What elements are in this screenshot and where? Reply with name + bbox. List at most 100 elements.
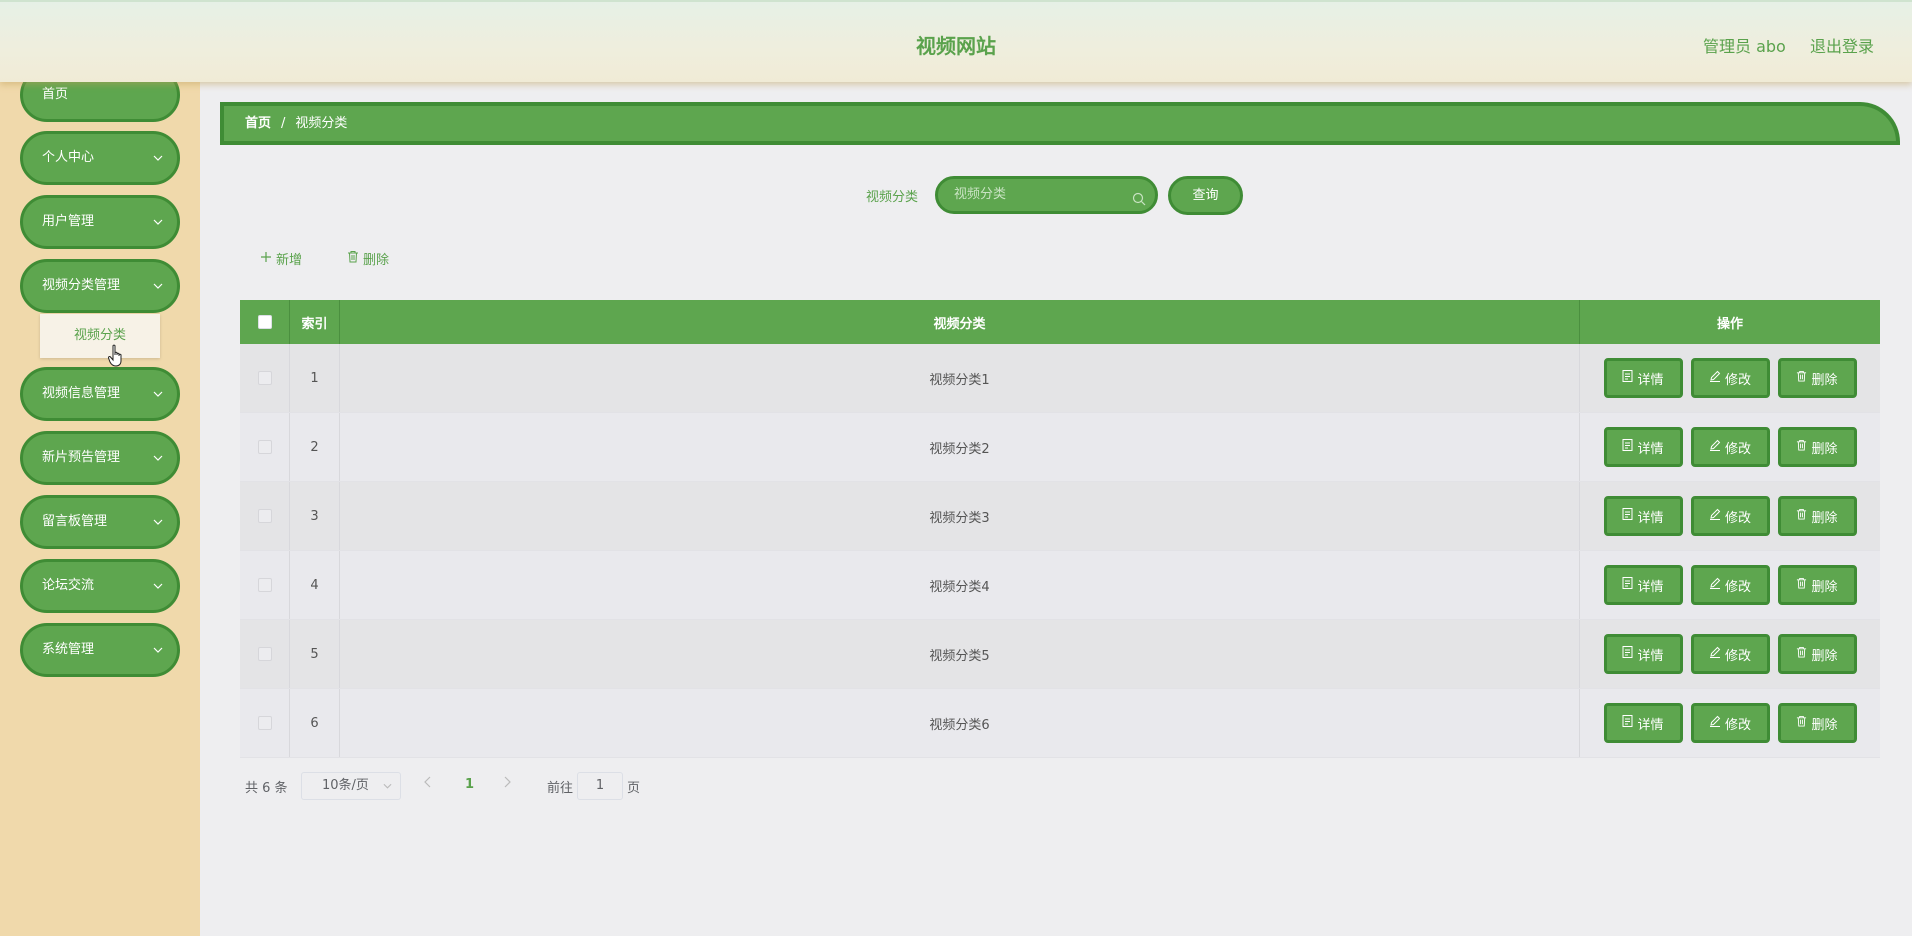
add-button[interactable]: 新增: [260, 249, 302, 268]
detail-button-label: 详情: [1637, 648, 1664, 664]
page-number-current[interactable]: 1: [465, 777, 474, 792]
search-input[interactable]: 视频分类: [935, 176, 1158, 214]
delete-button-label: 删除: [1811, 510, 1838, 526]
breadcrumb-separator: /: [281, 116, 286, 131]
trash-icon: [1796, 439, 1807, 455]
delete-button[interactable]: 删除: [1777, 358, 1857, 398]
search-icon: [1132, 187, 1146, 219]
page-size-select[interactable]: 10条/页: [301, 772, 401, 800]
detail-button[interactable]: 详情: [1603, 496, 1683, 536]
query-button[interactable]: 查询: [1168, 176, 1243, 215]
document-icon: [1622, 508, 1633, 524]
row-checkbox[interactable]: [257, 509, 272, 523]
chevron-down-icon: [151, 562, 165, 610]
row-checkbox[interactable]: [257, 716, 272, 730]
document-icon: [1622, 715, 1633, 731]
pencil-icon: [1709, 577, 1721, 593]
edit-button[interactable]: 修改: [1690, 358, 1770, 398]
batch-delete-label: 删除: [363, 253, 390, 268]
add-button-label: 新增: [276, 253, 303, 268]
pencil-icon: [1709, 715, 1721, 731]
row-operations: 详情 修改 删除: [1580, 620, 1880, 688]
row-checkbox[interactable]: [257, 578, 272, 592]
row-category-name: 视频分类5: [340, 620, 1580, 688]
detail-button[interactable]: 详情: [1603, 565, 1683, 605]
trash-icon: [1796, 646, 1807, 662]
edit-button-label: 修改: [1724, 510, 1751, 526]
delete-button-label: 删除: [1811, 648, 1838, 664]
row-checkbox[interactable]: [257, 440, 272, 454]
detail-button[interactable]: 详情: [1603, 427, 1683, 467]
row-index: 5: [290, 620, 340, 688]
breadcrumb-current: 视频分类: [295, 116, 348, 131]
delete-button[interactable]: 删除: [1777, 634, 1857, 674]
prev-page-button[interactable]: [424, 776, 432, 792]
row-operations: 详情 修改 删除: [1580, 344, 1880, 412]
delete-button-label: 删除: [1811, 372, 1838, 388]
header-index: 索引: [290, 300, 340, 344]
sidebar-item-label: 视频信息管理: [42, 386, 121, 401]
batch-delete-button[interactable]: 删除: [347, 249, 389, 268]
goto-label: 前往: [547, 781, 574, 796]
sidebar-item-video-category-management[interactable]: 视频分类管理: [20, 259, 180, 313]
row-checkbox[interactable]: [257, 647, 272, 661]
header-category: 视频分类: [340, 300, 1580, 344]
next-page-button[interactable]: [503, 776, 511, 792]
chevron-down-icon: [151, 134, 165, 182]
row-operations: 详情 修改 删除: [1580, 689, 1880, 757]
pencil-icon: [1709, 439, 1721, 455]
detail-button[interactable]: 详情: [1603, 634, 1683, 674]
sidebar: 首页 个人中心 用户管理 视频分类管理 视频分类 视频信息管理 新片预告管理 留…: [0, 0, 200, 936]
search-placeholder: 视频分类: [954, 187, 1007, 202]
category-table: 索引 视频分类 操作 1 视频分类1 详情 修改 删除 2 视频分类2 详情 修改 删除 3 视频分类…: [240, 300, 1880, 758]
hand-pointer-icon: [107, 344, 126, 372]
delete-button[interactable]: 删除: [1777, 703, 1857, 743]
pencil-icon: [1709, 508, 1721, 524]
row-category-name: 视频分类1: [340, 344, 1580, 412]
detail-button-label: 详情: [1637, 441, 1664, 457]
sidebar-item-label: 新片预告管理: [42, 450, 121, 465]
edit-button[interactable]: 修改: [1690, 703, 1770, 743]
sidebar-item-personal-center[interactable]: 个人中心: [20, 131, 180, 185]
sidebar-item-message-board-management[interactable]: 留言板管理: [20, 495, 180, 549]
edit-button-label: 修改: [1724, 372, 1751, 388]
page-size-value: 10条/页: [322, 778, 369, 793]
edit-button[interactable]: 修改: [1690, 496, 1770, 536]
edit-button-label: 修改: [1724, 717, 1751, 733]
chevron-down-icon: [151, 434, 165, 482]
delete-button[interactable]: 删除: [1777, 565, 1857, 605]
sidebar-item-user-management[interactable]: 用户管理: [20, 195, 180, 249]
row-checkbox-cell: [240, 551, 290, 619]
chevron-down-icon: [383, 773, 392, 799]
detail-button[interactable]: 详情: [1603, 358, 1683, 398]
row-operations: 详情 修改 删除: [1580, 413, 1880, 481]
goto-page-input[interactable]: 1: [577, 772, 623, 800]
edit-button[interactable]: 修改: [1690, 565, 1770, 605]
sidebar-item-forum[interactable]: 论坛交流: [20, 559, 180, 613]
sidebar-subitem-video-category[interactable]: 视频分类: [40, 314, 160, 358]
row-category-name: 视频分类4: [340, 551, 1580, 619]
sidebar-item-system-management[interactable]: 系统管理: [20, 623, 180, 677]
row-index: 6: [290, 689, 340, 757]
trash-icon: [1796, 508, 1807, 524]
detail-button-label: 详情: [1637, 579, 1664, 595]
table-body: 1 视频分类1 详情 修改 删除 2 视频分类2 详情 修改 删除 3 视频分类3 详情 修改 删除 4 视频分…: [240, 344, 1880, 758]
breadcrumb-home[interactable]: 首页: [245, 116, 271, 131]
sidebar-item-trailer-management[interactable]: 新片预告管理: [20, 431, 180, 485]
detail-button-label: 详情: [1637, 717, 1664, 733]
delete-button[interactable]: 删除: [1777, 496, 1857, 536]
sidebar-item-label: 用户管理: [42, 214, 95, 229]
table-row: 2 视频分类2 详情 修改 删除: [240, 413, 1880, 482]
delete-button[interactable]: 删除: [1777, 427, 1857, 467]
sidebar-item-video-info-management[interactable]: 视频信息管理: [20, 367, 180, 421]
logout-link[interactable]: 退出登录: [1810, 33, 1874, 57]
row-checkbox[interactable]: [257, 371, 272, 385]
current-user: 管理员 abo: [1703, 37, 1786, 56]
edit-button[interactable]: 修改: [1690, 427, 1770, 467]
detail-button[interactable]: 详情: [1603, 703, 1683, 743]
select-all-checkbox[interactable]: [257, 315, 272, 329]
edit-button[interactable]: 修改: [1690, 634, 1770, 674]
delete-button-label: 删除: [1811, 579, 1838, 595]
chevron-down-icon: [151, 626, 165, 674]
document-icon: [1622, 370, 1633, 386]
